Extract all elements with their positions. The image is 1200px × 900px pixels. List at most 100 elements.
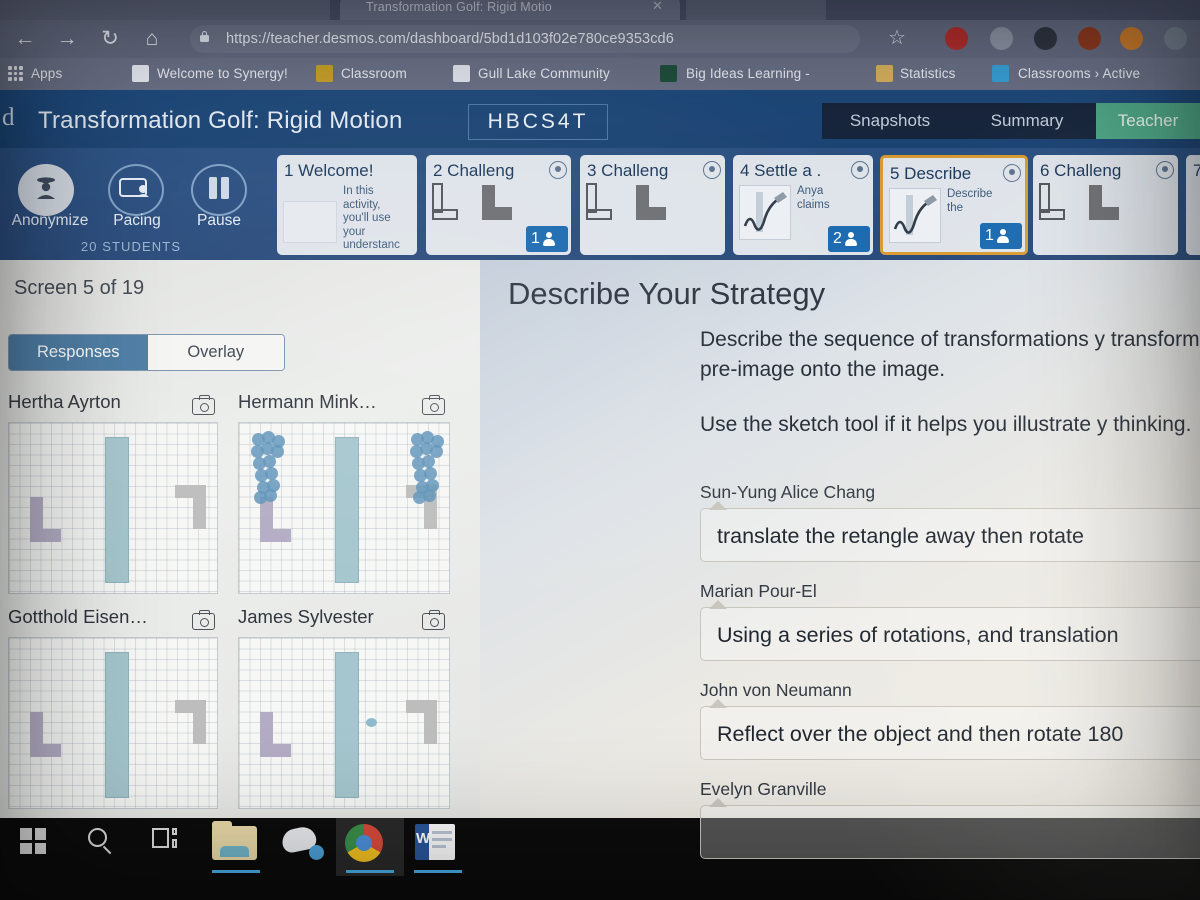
student-work-thumbnail[interactable]: [238, 422, 450, 594]
gull-lake-icon[interactable]: [453, 65, 470, 82]
screen-card-5[interactable]: 5 Describe Describe the 1: [880, 155, 1028, 255]
teal-rectangle: [335, 652, 359, 798]
pacing-icon: [119, 176, 153, 205]
screen-card-title: 3 Challeng: [587, 161, 669, 180]
big-ideas-icon[interactable]: [660, 65, 677, 82]
screen-card-title: 5 Describe: [890, 164, 972, 183]
bookmark-2[interactable]: Classroom: [341, 58, 407, 90]
browser-tab-inactive-left[interactable]: [0, 0, 330, 20]
windows-logo-icon[interactable]: [20, 828, 46, 854]
extension-orange-icon[interactable]: [1120, 27, 1143, 50]
screen-card-1[interactable]: 1 Welcome! In this activity, you'll use y…: [277, 155, 417, 255]
response-text: Reflect over the object and then rotate …: [717, 722, 1124, 746]
bookmark-5[interactable]: Statistics: [900, 58, 956, 90]
extension-gray-icon[interactable]: [990, 27, 1013, 50]
synergy-icon[interactable]: [132, 65, 149, 82]
class-code[interactable]: HBCS4T: [468, 104, 608, 140]
reload-button[interactable]: ↻: [91, 20, 129, 58]
eye-icon[interactable]: [851, 161, 869, 179]
person-icon: [543, 232, 556, 246]
tab-close-icon[interactable]: ✕: [652, 0, 663, 14]
desmos-logo[interactable]: d: [2, 104, 15, 132]
chrome-icon[interactable]: [345, 824, 383, 862]
statistics-icon[interactable]: [876, 65, 893, 82]
browser-tab-active[interactable]: Transformation Golf: Rigid Motio: [340, 0, 680, 20]
browser-tab-inactive-right[interactable]: [686, 0, 826, 20]
student-work-thumbnail[interactable]: [8, 422, 218, 594]
screen-card-body: [586, 183, 721, 253]
bookmark-4[interactable]: Big Ideas Learning -: [686, 58, 810, 90]
response-bubble[interactable]: Using a series of rotations, and transla…: [700, 600, 1200, 661]
home-button[interactable]: ⌂: [133, 20, 171, 58]
taskbar-active-underline: [212, 870, 260, 873]
response-text: translate the retangle away then rotate: [717, 524, 1084, 548]
prompt-paragraph-1: Describe the sequence of transformations…: [700, 328, 1200, 381]
nav-tab-teacher[interactable]: Teacher: [1096, 103, 1200, 139]
bookmark-star-icon[interactable]: ☆: [888, 28, 906, 48]
forward-button[interactable]: →: [48, 20, 86, 58]
word-icon[interactable]: W: [415, 824, 455, 860]
nav-tab-summary[interactable]: Summary: [958, 103, 1096, 139]
screen-indicator: Screen 5 of 19: [14, 277, 145, 299]
nav-tab-snapshots[interactable]: Snapshots: [822, 103, 958, 139]
teal-rectangle: [105, 652, 129, 798]
task-view-icon[interactable]: [152, 828, 178, 850]
bookmark-0[interactable]: Apps: [31, 58, 62, 90]
sketch-scribble: [250, 429, 290, 509]
camera-icon[interactable]: [422, 395, 445, 415]
student-name: Hertha Ayrton: [8, 391, 121, 412]
student-work-thumbnail[interactable]: [238, 637, 450, 809]
responses-overlay-toggle: Responses Overlay: [8, 334, 285, 371]
sketch-thumbnail: [889, 188, 941, 243]
bookmark-1[interactable]: Welcome to Synergy!: [157, 58, 288, 90]
taskbar-active-underline: [414, 870, 462, 873]
extension-caret-icon[interactable]: [1034, 27, 1057, 50]
extension-maroon-icon[interactable]: [1078, 27, 1101, 50]
screen-card-body: [1192, 183, 1200, 253]
extension-red-icon[interactable]: [945, 27, 968, 50]
folder-icon[interactable]: [212, 821, 257, 860]
student-name: James Sylvester: [238, 606, 374, 627]
bookmark-6[interactable]: Classrooms › Active: [1018, 58, 1140, 90]
person-icon: [845, 232, 858, 246]
student-work-thumbnail[interactable]: [8, 637, 218, 809]
screen-card-title: 2 Challeng: [433, 161, 515, 180]
eye-icon[interactable]: [703, 161, 721, 179]
anonymize-button[interactable]: [18, 164, 74, 216]
taskbar-active-underline: [346, 870, 394, 873]
bookmark-3[interactable]: Gull Lake Community: [478, 58, 610, 90]
camera-icon[interactable]: [192, 395, 215, 415]
apps-grid-icon[interactable]: [8, 66, 23, 81]
response-bubble[interactable]: translate the retangle away then rotate: [700, 501, 1200, 562]
screen-card-title: 1 Welcome!: [284, 161, 374, 180]
badge-count: 1: [531, 230, 540, 247]
paint-palette-icon[interactable]: [279, 824, 324, 860]
search-icon[interactable]: [88, 828, 107, 847]
student-count-label: 20 STUDENTS: [80, 239, 182, 254]
classrooms-icon[interactable]: [992, 65, 1009, 82]
camera-icon[interactable]: [192, 610, 215, 630]
search-button[interactable]: [66, 818, 134, 876]
response-bubble[interactable]: Reflect over the object and then rotate …: [700, 699, 1200, 760]
pacing-button[interactable]: [108, 164, 164, 216]
classroom-icon[interactable]: [316, 65, 333, 82]
screen-card-text: Describe the: [947, 188, 993, 214]
screen-card-7[interactable]: 7: [1186, 155, 1200, 255]
pause-button[interactable]: [191, 164, 247, 216]
response-bubble[interactable]: [700, 798, 1200, 859]
url-text[interactable]: https://teacher.desmos.com/dashboard/5bd…: [226, 25, 674, 53]
screen-card-2[interactable]: 2 Challeng 1: [426, 155, 571, 255]
screen-card-6[interactable]: 6 Challeng: [1033, 155, 1178, 255]
tab-overlay[interactable]: Overlay: [147, 335, 284, 370]
tab-responses[interactable]: Responses: [9, 335, 148, 370]
screen-card-3[interactable]: 3 Challeng: [580, 155, 725, 255]
camera-icon[interactable]: [422, 610, 445, 630]
student-response-badge: 1: [526, 226, 568, 252]
eye-icon[interactable]: [1003, 164, 1021, 182]
back-button[interactable]: ←: [6, 20, 44, 58]
extension-teal-icon[interactable]: [1164, 27, 1187, 50]
eye-icon[interactable]: [1156, 161, 1174, 179]
screen-card-4[interactable]: 4 Settle a . Anya claims 2: [733, 155, 873, 255]
eye-icon[interactable]: [549, 161, 567, 179]
sketch-thumbnail: [739, 185, 791, 240]
